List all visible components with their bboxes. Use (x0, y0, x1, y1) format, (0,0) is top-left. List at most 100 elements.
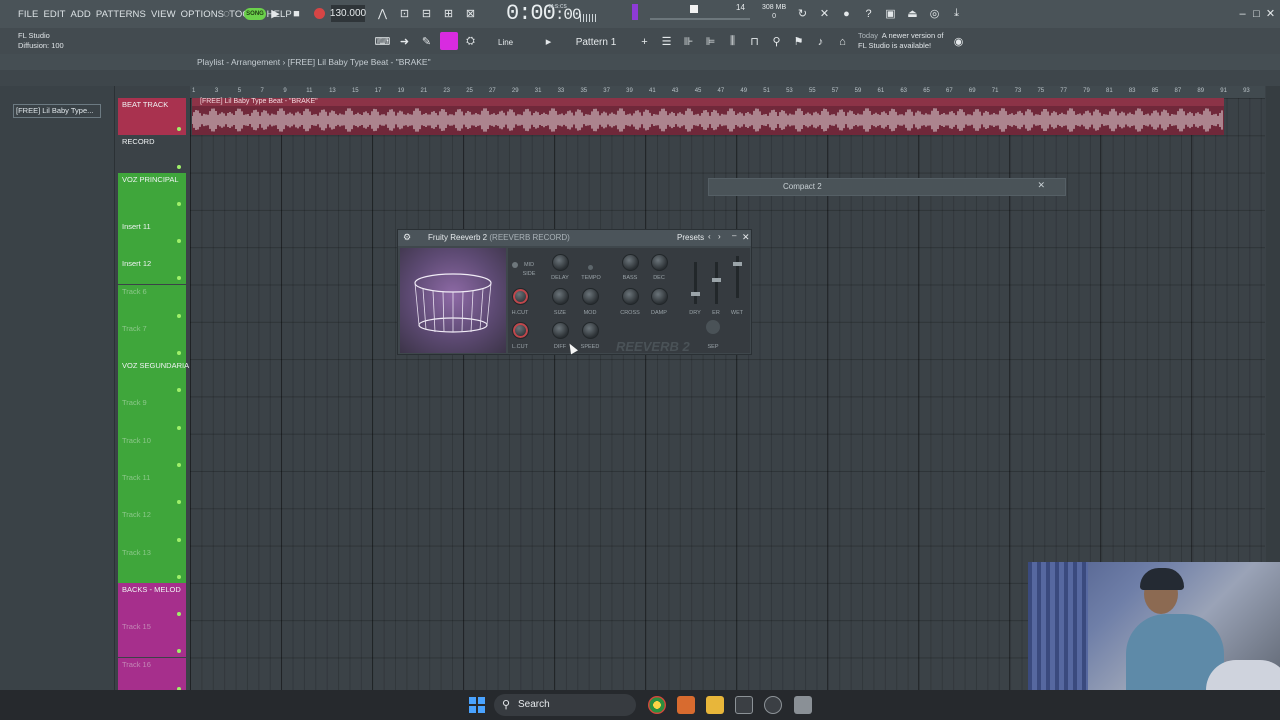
compact-window[interactable]: Compact 2 ✕ (708, 178, 1066, 196)
track-header[interactable]: Track 10 (118, 433, 186, 471)
arrow-right-icon[interactable]: ➜ (396, 33, 413, 50)
track-enable-led[interactable] (177, 388, 181, 393)
keyboard-icon[interactable]: ⌨ (374, 33, 391, 50)
lcut-knob[interactable] (512, 322, 529, 339)
calculator-icon[interactable] (794, 696, 812, 714)
playlist-titlebar[interactable]: Playlist - Arrangement › [FREE] Lil Baby… (0, 54, 1280, 70)
news-panel[interactable]: Today A newer version of FL Studio is av… (858, 31, 943, 51)
pencil-icon[interactable]: ✎ (418, 33, 435, 50)
song-time-display[interactable]: 0:00:00 (506, 1, 582, 27)
add-pattern-icon[interactable]: + (636, 33, 653, 50)
track-enable-led[interactable] (177, 537, 181, 542)
play-button[interactable]: ▶ (267, 5, 284, 22)
dec-knob[interactable] (651, 254, 668, 271)
diff-knob[interactable] (552, 322, 569, 339)
track-header[interactable]: Track 13 (118, 545, 186, 583)
track-enable-led[interactable] (177, 649, 181, 654)
track-header[interactable]: Track 6 (118, 284, 186, 322)
touch-controller-icon[interactable]: ⚑ (790, 33, 807, 50)
dry-fader[interactable] (691, 262, 700, 304)
master-pitch-marker[interactable] (632, 4, 638, 20)
track-enable-led[interactable] (177, 425, 181, 430)
track-enable-led[interactable] (177, 500, 181, 505)
mod-knob[interactable] (582, 288, 599, 305)
er-fader-handle[interactable] (712, 278, 721, 282)
save-icon[interactable]: ▣ (882, 5, 899, 22)
size-knob[interactable] (552, 288, 569, 305)
sep-knob[interactable] (706, 320, 720, 334)
pattern-selector[interactable]: Pattern 1 (561, 34, 631, 50)
track-enable-led[interactable] (177, 276, 181, 281)
preset-next-icon[interactable]: › (718, 232, 721, 241)
track-header[interactable]: BEAT TRACK (118, 98, 186, 136)
menu-patterns[interactable]: PATTERNS (96, 9, 146, 20)
download-icon[interactable]: ⤓ (948, 5, 965, 22)
track-enable-led[interactable] (177, 313, 181, 318)
track-enable-led[interactable] (177, 201, 181, 206)
record-button[interactable] (314, 8, 325, 19)
track-enable-led[interactable] (177, 127, 181, 132)
file-explorer-icon[interactable] (706, 696, 724, 714)
windows-start-icon[interactable] (469, 697, 485, 713)
playlist-icon[interactable]: ☰ (658, 33, 675, 50)
snap-selector[interactable]: Line (484, 35, 538, 49)
browser-icon[interactable]: ⊓ (746, 33, 763, 50)
app-icon-2[interactable] (764, 696, 782, 714)
tempo-display[interactable]: 130.000 (330, 5, 366, 22)
channel-rack-icon[interactable]: ⊫ (702, 33, 719, 50)
track-enable-led[interactable] (177, 351, 181, 356)
metronome-icon[interactable]: ⋀ (374, 5, 391, 22)
metronome-dial-icon[interactable]: ◌ (218, 5, 235, 22)
wet-fader[interactable] (733, 256, 742, 298)
fl-studio-icon[interactable] (677, 696, 695, 714)
track-enable-led[interactable] (177, 574, 181, 579)
piano-roll-icon[interactable]: ⊪ (680, 33, 697, 50)
track-enable-led[interactable] (177, 239, 181, 244)
close-icon[interactable]: ✕ (1262, 5, 1279, 22)
track-header[interactable]: VOZ PRINCIPAL (118, 172, 186, 210)
preset-prev-icon[interactable]: ‹ (708, 232, 711, 241)
countdown-icon[interactable]: ⊟ (418, 5, 435, 22)
menu-edit[interactable]: EDIT (43, 9, 65, 20)
track-enable-led[interactable] (177, 164, 181, 169)
plugin-picker-icon[interactable]: ⚲ (768, 33, 785, 50)
track-header[interactable]: Insert 11 (118, 209, 186, 248)
track-header[interactable]: VOZ SEGUNDARIA (118, 359, 189, 397)
track-header[interactable]: Track 9 (118, 396, 186, 434)
stop-button[interactable]: ■ (288, 5, 305, 22)
menu-add[interactable]: ADD (71, 9, 91, 20)
mixer-icon[interactable]: ⫼ (724, 33, 741, 50)
wait-input-icon[interactable]: ⊡ (396, 5, 413, 22)
reeverb-minimize-icon[interactable]: – (732, 231, 736, 240)
speed-knob[interactable] (582, 322, 599, 339)
track-header[interactable]: Track 11 (118, 471, 186, 509)
paint-tool-icon[interactable] (440, 32, 458, 50)
song-mode-toggle[interactable]: SONG (244, 8, 266, 20)
loop-record-icon[interactable]: ⊠ (462, 5, 479, 22)
chrome-icon[interactable] (648, 696, 666, 714)
close-all-icon[interactable]: ✕ (816, 5, 833, 22)
app-icon-1[interactable] (735, 696, 753, 714)
shop-icon[interactable]: ⌂ (834, 33, 851, 50)
timeline-ruler[interactable]: 1 3 5 7 9 11 13 15 17 19 21 23 25 27 29 31 33 35 37 39 41 43 4… (190, 86, 1265, 98)
audio-icon[interactable]: ♪ (812, 33, 829, 50)
dry-fader-handle[interactable] (691, 292, 700, 296)
tempo-sync-switch[interactable] (588, 265, 593, 270)
mic-icon[interactable]: ● (838, 5, 855, 22)
reeverb-titlebar[interactable]: ⚙ Fruity Reeverb 2 (REEVERB RECORD) Pres… (398, 230, 751, 246)
chat-icon[interactable]: ◎ (926, 5, 943, 22)
track-header[interactable]: Insert 12 (118, 247, 186, 285)
menu-view[interactable]: VIEW (151, 9, 176, 20)
help-icon[interactable]: ? (860, 5, 877, 22)
presets-menu[interactable]: Presets (677, 233, 704, 242)
er-fader[interactable] (712, 262, 721, 304)
plugin-icon[interactable]: ⏏ (904, 5, 921, 22)
refresh-icon[interactable]: ↻ (794, 5, 811, 22)
track-header[interactable]: Track 15 (118, 620, 186, 658)
account-icon[interactable]: ◉ (950, 33, 967, 50)
track-header[interactable]: Track 12 (118, 508, 186, 546)
stamp-icon[interactable]: ⛭ (462, 33, 479, 50)
hcut-knob[interactable] (512, 288, 529, 305)
damp-knob[interactable] (651, 288, 668, 305)
reeverb-close-icon[interactable]: ✕ (742, 232, 750, 243)
